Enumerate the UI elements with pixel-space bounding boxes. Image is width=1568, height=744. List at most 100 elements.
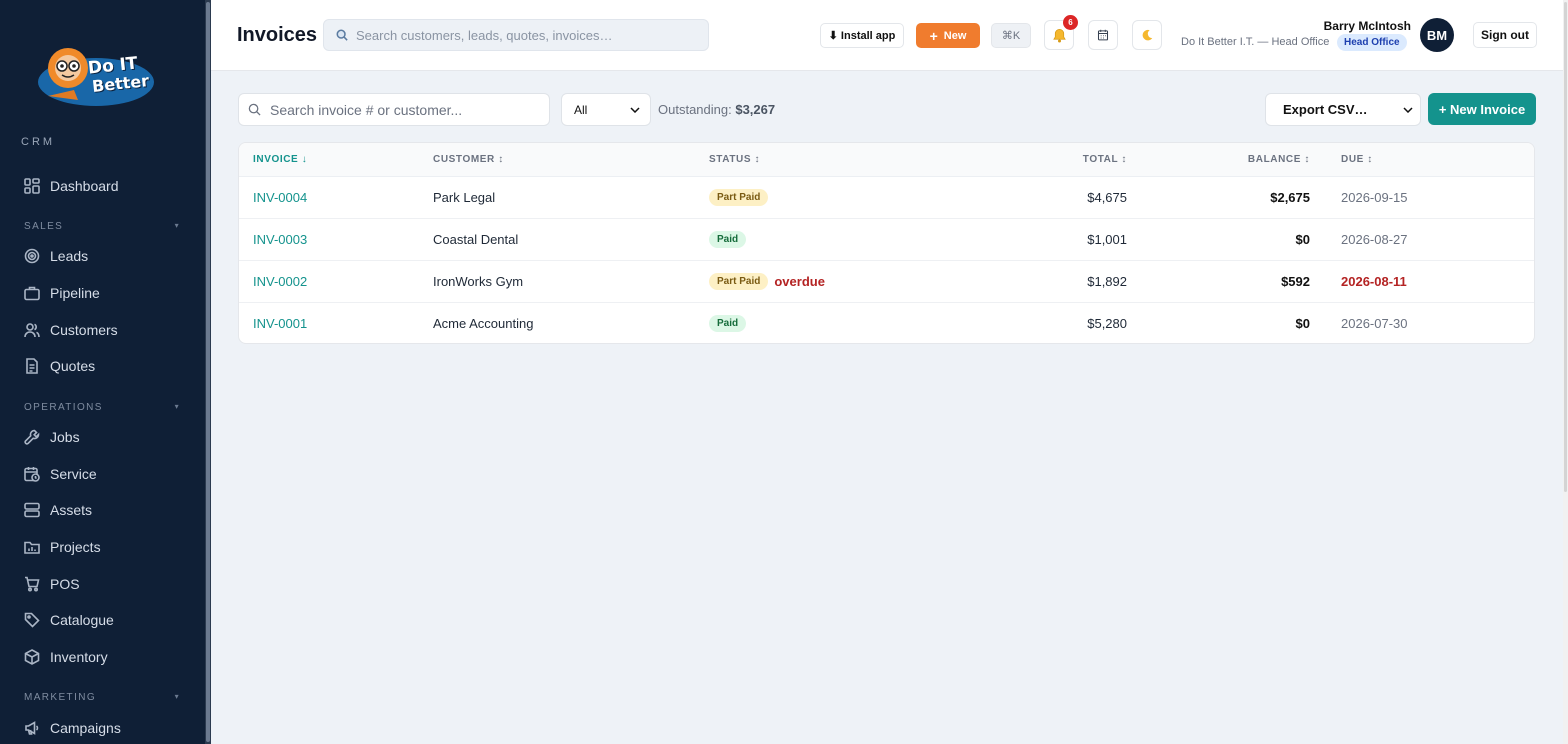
total-amount: $4,675	[1087, 190, 1127, 205]
sign-out-button[interactable]: Sign out	[1473, 22, 1537, 48]
column-header-status[interactable]: STATUS ↕	[709, 154, 760, 165]
scrollbar-thumb[interactable]	[1564, 2, 1567, 492]
document-icon	[26, 358, 38, 374]
status-cell: Paid	[709, 231, 747, 248]
table-header: INVOICE ↓ CUSTOMER ↕ STATUS ↕ TOTAL ↕ BA…	[239, 143, 1534, 177]
invoice-number-link[interactable]: INV-0004	[253, 190, 307, 205]
table-row[interactable]: INV-0001 Acme Accounting Paid $5,280 $0 …	[239, 303, 1534, 343]
users-icon	[24, 323, 40, 338]
new-invoice-button[interactable]: + New Invoice	[1428, 93, 1536, 125]
table-row[interactable]: INV-0002 IronWorks Gym Part Paid overdue…	[239, 261, 1534, 303]
sidebar-item-label: Leads	[50, 248, 89, 264]
balance-amount: $2,675	[1270, 190, 1310, 205]
scrollbar-thumb[interactable]	[206, 2, 210, 742]
customer-name: Acme Accounting	[433, 316, 534, 331]
due-date: 2026-09-15	[1341, 190, 1408, 205]
chevron-down-icon: ▾	[174, 402, 180, 411]
outstanding-value: $3,267	[735, 102, 776, 117]
due-date: 2026-08-11	[1341, 274, 1407, 289]
sidebar-item-pipeline[interactable]: Pipeline	[24, 281, 100, 305]
status-badge: Paid	[709, 231, 747, 248]
section-title: MARKETING	[24, 692, 97, 703]
table-row[interactable]: INV-0004 Park Legal Part Paid $4,675 $2,…	[239, 177, 1534, 219]
command-palette-button[interactable]: ⌘K	[991, 23, 1031, 48]
sidebar-item-assets[interactable]: Assets	[24, 498, 92, 522]
sidebar-item-label: Service	[50, 466, 97, 482]
global-search[interactable]	[323, 19, 709, 51]
sidebar-item-campaigns[interactable]: Campaigns	[24, 716, 121, 740]
bell-icon	[1052, 28, 1066, 42]
sidebar-item-label: POS	[50, 576, 80, 592]
overdue-label: overdue	[774, 274, 825, 289]
export-csv-label: Export CSV…	[1283, 102, 1368, 117]
status-badge: Part Paid	[709, 189, 769, 206]
user-organization: Do It Better I.T. — Head Office	[1181, 36, 1330, 48]
page-title: Invoices	[237, 24, 318, 46]
invoice-number-link[interactable]: INV-0003	[253, 232, 307, 247]
column-header-total[interactable]: TOTAL ↕	[1083, 154, 1127, 165]
section-label-marketing[interactable]: MARKETING ▾	[24, 692, 180, 703]
invoice-number-link[interactable]: INV-0001	[253, 316, 307, 331]
calendar-clock-icon	[24, 467, 40, 482]
theme-toggle-button[interactable]	[1132, 20, 1162, 50]
box-icon	[24, 649, 40, 665]
install-app-button[interactable]: ⬇ Install app	[820, 23, 904, 48]
total-amount: $1,001	[1087, 232, 1127, 247]
sidebar-item-inventory[interactable]: Inventory	[24, 645, 108, 669]
section-title: OPERATIONS	[24, 402, 103, 413]
sidebar-item-label: Inventory	[50, 649, 108, 665]
status-cell: Part Paid overdue	[709, 273, 825, 290]
calendar-button[interactable]	[1088, 20, 1118, 50]
section-title: SALES	[24, 221, 64, 232]
invoices-table: INVOICE ↓ CUSTOMER ↕ STATUS ↕ TOTAL ↕ BA…	[238, 142, 1535, 344]
sidebar-item-projects[interactable]: Projects	[24, 535, 101, 559]
page-scrollbar[interactable]	[1563, 0, 1568, 744]
tag-icon	[24, 612, 40, 628]
megaphone-icon	[25, 721, 39, 735]
global-search-input[interactable]	[356, 27, 696, 43]
company-logo[interactable]: Do IT Better	[34, 38, 158, 112]
top-header: Invoices ⬇ Install app + New ⌘K 6 Barry …	[211, 0, 1563, 71]
moon-icon	[1142, 29, 1153, 41]
sidebar-item-jobs[interactable]: Jobs	[24, 425, 80, 449]
status-cell: Part Paid	[709, 189, 769, 206]
sidebar-item-label: Pipeline	[50, 285, 100, 301]
chevron-down-icon	[630, 106, 640, 113]
sidebar-item-label: Jobs	[50, 429, 80, 445]
sidebar-item-service[interactable]: Service	[24, 462, 97, 486]
sidebar-scrollbar[interactable]	[205, 0, 211, 744]
target-icon	[24, 248, 40, 264]
sidebar-item-leads[interactable]: Leads	[24, 244, 88, 268]
sidebar-item-pos[interactable]: POS	[24, 572, 80, 596]
balance-amount: $0	[1295, 232, 1310, 247]
section-label-operations[interactable]: OPERATIONS ▾	[24, 402, 180, 413]
status-filter-select[interactable]: All	[561, 93, 651, 126]
section-label-sales[interactable]: SALES ▾	[24, 221, 180, 232]
export-csv-select[interactable]: Export CSV…	[1265, 93, 1421, 126]
column-header-invoice[interactable]: INVOICE ↓	[253, 154, 307, 165]
sidebar-item-label: Quotes	[50, 358, 96, 374]
sidebar-item-label: Catalogue	[50, 612, 114, 628]
column-header-customer[interactable]: CUSTOMER ↕	[433, 154, 504, 165]
crm-label: CRM	[21, 136, 56, 148]
sidebar-item-quotes[interactable]: Quotes	[24, 354, 95, 378]
customer-name: IronWorks Gym	[433, 274, 524, 289]
sidebar-item-catalogue[interactable]: Catalogue	[24, 608, 114, 632]
cart-icon	[25, 576, 40, 592]
chevron-down-icon: ▾	[174, 221, 180, 230]
table-row[interactable]: INV-0003 Coastal Dental Paid $1,001 $0 2…	[239, 219, 1534, 261]
avatar[interactable]: BM	[1420, 18, 1454, 52]
total-amount: $1,892	[1087, 274, 1127, 289]
wrench-icon	[24, 429, 40, 445]
sidebar-item-label: Projects	[50, 539, 101, 555]
column-header-balance[interactable]: BALANCE ↕	[1248, 154, 1310, 165]
customer-name: Coastal Dental	[433, 232, 519, 247]
sidebar-item-customers[interactable]: Customers	[24, 318, 118, 342]
sidebar-item-dashboard[interactable]: Dashboard	[24, 174, 119, 198]
invoice-number-link[interactable]: INV-0002	[253, 274, 307, 289]
new-button[interactable]: + New	[916, 23, 980, 48]
invoice-search[interactable]	[238, 93, 550, 126]
invoice-search-input[interactable]	[270, 101, 540, 118]
column-header-due[interactable]: DUE ↕	[1341, 154, 1373, 165]
sidebar: Do IT Better CRM Dashboard SALES ▾ Leads …	[0, 0, 205, 744]
